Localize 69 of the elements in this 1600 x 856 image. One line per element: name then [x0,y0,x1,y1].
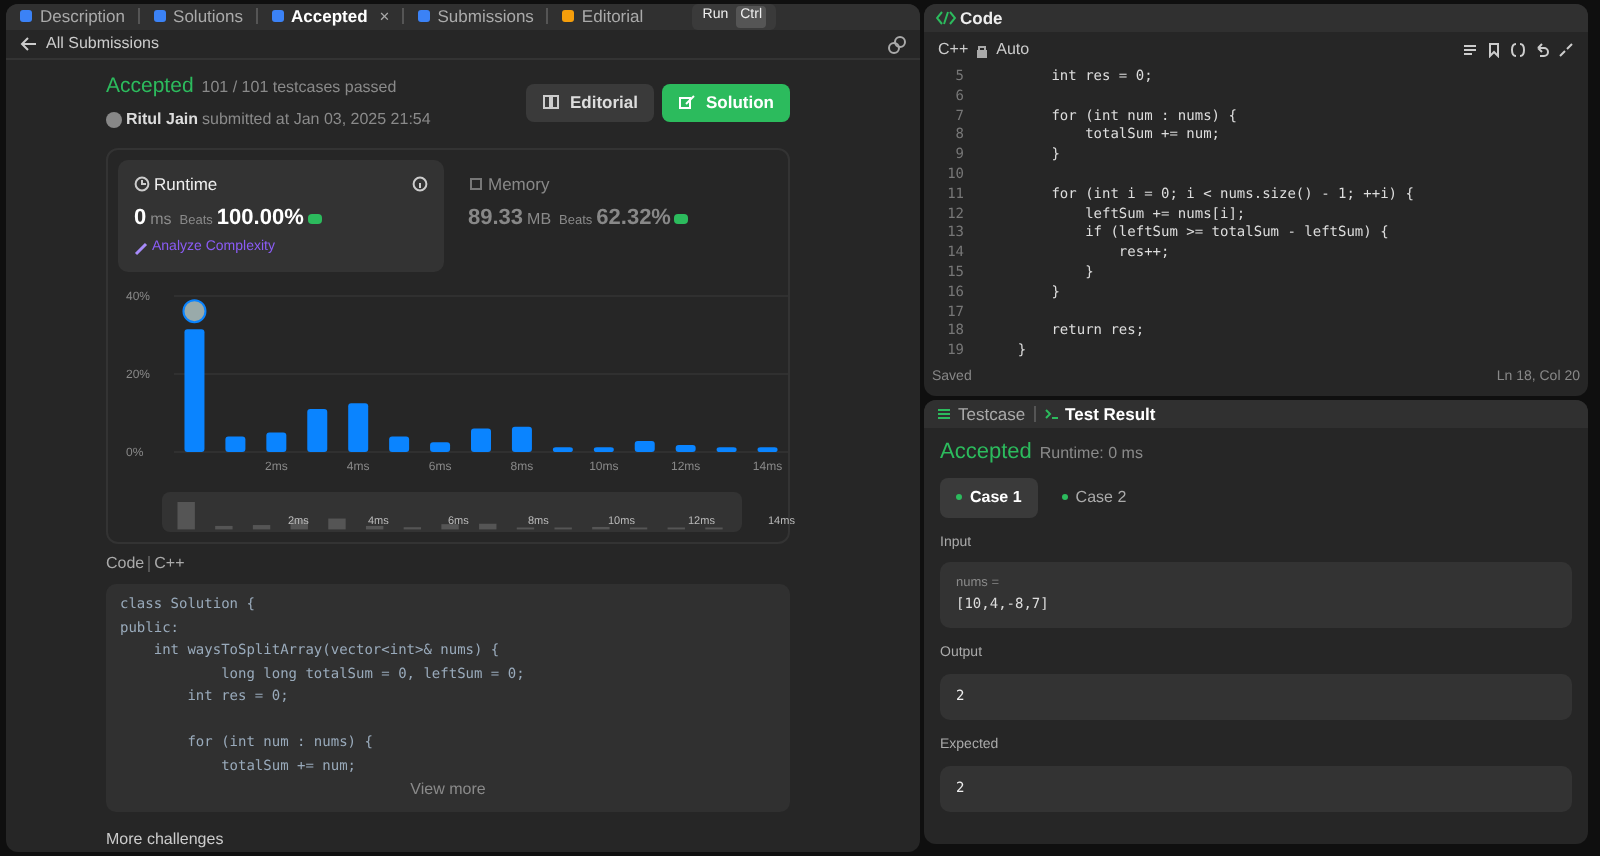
terminal-icon [1043,406,1060,422]
tab[interactable]: Test Result [1043,401,1156,427]
close-button[interactable]: × [379,4,390,30]
bar[interactable] [716,447,737,452]
tab[interactable]: Submissions [415,4,534,30]
link-icon [888,35,906,53]
beats-percent: 62.32% [596,203,671,234]
testcases-text: 101 / 101 testcases passed [201,76,397,101]
code-label: Code [106,552,145,576]
braces-icon[interactable] [1510,42,1526,58]
code-icon [936,10,956,26]
wand-icon [134,242,148,256]
bar[interactable] [307,409,328,452]
case-tab[interactable]: Case 1 [940,477,1038,517]
status-text: Accepted [940,438,1032,468]
clock-icon [134,176,150,193]
chip-icon [468,176,484,193]
expand-icon[interactable] [1558,42,1574,58]
bar[interactable] [552,447,573,452]
tab[interactable]: Description [18,4,126,30]
edit-icon [678,94,696,111]
tab[interactable]: Accepted [269,4,368,30]
beats-percent: 100.00% [216,203,304,234]
bar[interactable] [634,441,655,452]
avatar-marker [182,299,207,324]
bar[interactable] [184,329,205,452]
view-more-link[interactable]: View more [410,778,486,802]
bar[interactable] [471,428,491,452]
mode-label: Auto [996,38,1030,62]
bar[interactable] [225,436,246,452]
avatar-icon [106,112,122,128]
panel-title: Code [960,5,1003,31]
secondary-button[interactable]: Editorial [525,83,654,121]
format-icon[interactable] [1462,42,1478,58]
tab[interactable]: Editorial [559,4,644,30]
back-arrow-icon [20,36,38,52]
bar[interactable] [757,447,778,452]
bar[interactable] [389,436,410,452]
bar[interactable] [593,447,614,452]
back-link[interactable]: All Submissions [46,32,159,56]
metric-unit: MB [527,207,552,232]
badge-icon [674,213,689,224]
tab[interactable]: Testcase [936,401,1026,427]
bar[interactable] [511,426,532,452]
case-tab[interactable]: Case 2 [1045,477,1143,517]
book-icon [541,94,560,111]
metric-value: 0 [134,203,147,234]
metric-value: 89.33 [468,203,524,234]
tab[interactable]: Solutions [151,4,243,30]
metric-unit: ms [150,207,172,232]
lock-icon [976,43,989,57]
submitted-text: submitted at Jan 03, 2025 21:54 [202,108,431,132]
user-name[interactable]: Ritul Jain [126,108,199,132]
badge-icon [307,213,322,224]
list-icon [936,406,952,422]
metric-title: Runtime [154,172,218,198]
more-challenges-heading: More challenges [106,828,226,852]
info-icon [412,176,428,193]
bookmark-icon[interactable] [1486,42,1502,58]
status-text: Accepted [106,72,194,103]
bar[interactable] [348,403,369,452]
runtime-text: Runtime: 0 ms [1039,442,1143,466]
language-label: C++ [154,552,185,576]
metric-title: Memory [488,172,550,198]
undo-icon[interactable] [1534,42,1550,58]
bar[interactable] [430,442,451,452]
language-select[interactable]: C++ [938,38,969,62]
bar[interactable] [266,432,287,452]
bar[interactable] [675,445,696,452]
